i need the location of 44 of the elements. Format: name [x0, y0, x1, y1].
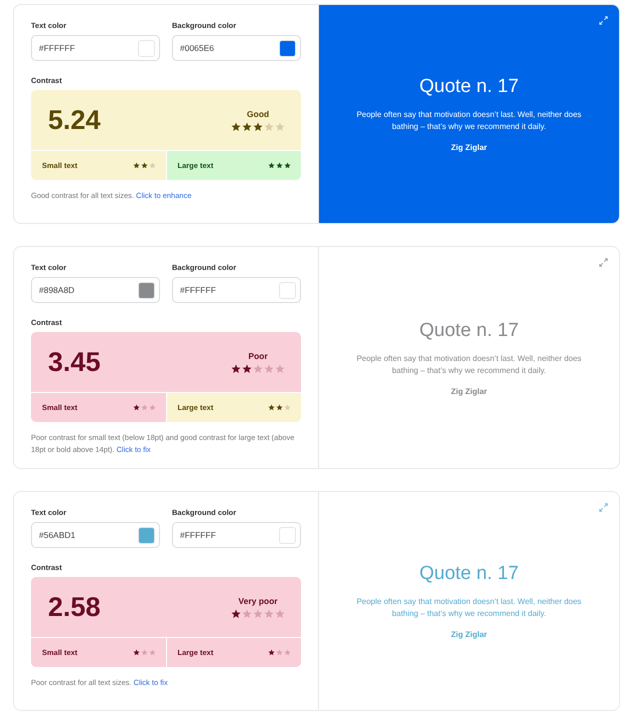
quote-title: Quote n. 17	[419, 563, 519, 585]
rating-label: Poor	[248, 350, 268, 360]
color-swatch[interactable]	[138, 526, 155, 544]
quote-author: Zig Ziglar	[451, 630, 487, 639]
color-swatch[interactable]	[138, 282, 155, 298]
quote-text: People often say that motivation doesn’t last. Well, neither does bathing – that’s why we recommend it daily.	[356, 352, 582, 376]
star-icon	[275, 122, 285, 132]
expand-icon[interactable]	[599, 258, 608, 267]
star-icon	[242, 608, 252, 618]
quote-author: Zig Ziglar	[451, 143, 487, 152]
star-icon	[253, 122, 263, 132]
color-swatch[interactable]	[279, 526, 296, 544]
star-icon	[253, 608, 263, 618]
star-icon	[264, 608, 274, 618]
star-icon	[275, 608, 285, 618]
color-input-field[interactable]: #56ABD1	[31, 522, 160, 548]
color-input-field[interactable]: #FFFFFF	[31, 35, 160, 61]
star-icon	[275, 364, 285, 374]
contrast-ratio: 3.45	[48, 346, 101, 378]
star-icon	[264, 122, 274, 132]
rating-label: Good	[246, 108, 270, 118]
star-icon	[253, 364, 263, 374]
color-input-field[interactable]: #FFFFFF	[172, 522, 301, 548]
star-icon	[264, 364, 274, 374]
expand-icon[interactable]	[599, 503, 608, 512]
contrast-ratio: 2.58	[48, 592, 101, 622]
color-input-field[interactable]: #FFFFFF	[172, 277, 301, 303]
color-swatch[interactable]	[279, 40, 296, 56]
color-swatch[interactable]	[279, 282, 296, 298]
star-icon	[231, 608, 241, 618]
color-swatch[interactable]	[138, 40, 155, 56]
color-input-field[interactable]: #0065E6	[172, 35, 301, 61]
star-icon	[242, 122, 252, 132]
color-input-field[interactable]: #898A8D	[31, 277, 160, 303]
star-icon	[242, 364, 252, 374]
quote-author: Zig Ziglar	[451, 386, 487, 396]
quote-text: People often say that motivation doesn’t last. Well, neither does bathing – that’s why we recommend it daily.	[356, 109, 582, 133]
star-icon	[231, 364, 241, 374]
quote-title: Quote n. 17	[419, 320, 519, 342]
quote-text: People often say that motivation doesn’t last. Well, neither does bathing – that’s why we recommend it daily.	[356, 596, 582, 620]
quote-title: Quote n. 17	[419, 76, 519, 98]
star-icon	[231, 122, 241, 132]
rating-label: Very poor	[238, 596, 278, 606]
contrast-ratio: 5.24	[48, 104, 101, 136]
